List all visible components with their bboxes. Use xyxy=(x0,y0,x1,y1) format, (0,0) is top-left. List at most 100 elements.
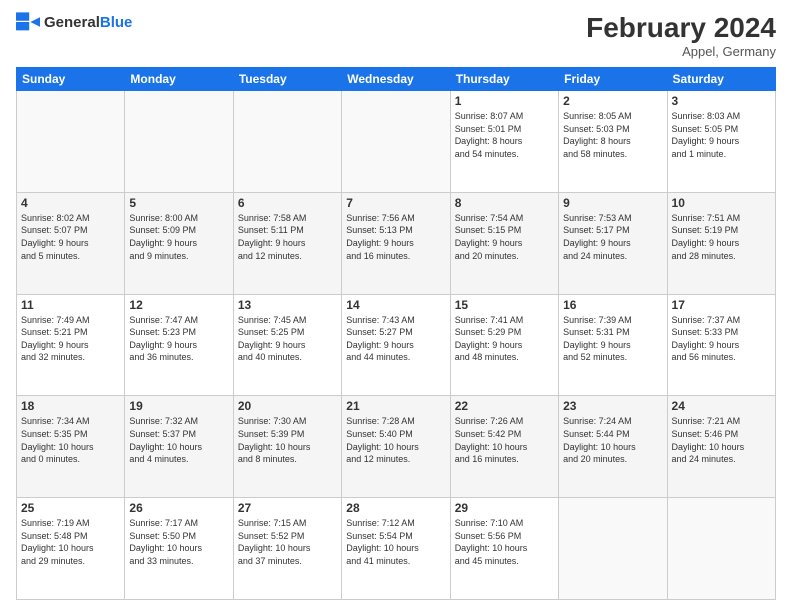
calendar-cell-w1-d3 xyxy=(342,91,450,193)
day-info: Sunrise: 7:41 AM Sunset: 5:29 PM Dayligh… xyxy=(455,314,554,364)
calendar-cell-w2-d4: 8 Sunrise: 7:54 AM Sunset: 5:15 PM Daylig… xyxy=(450,192,558,294)
day-number: 28 xyxy=(346,501,445,515)
calendar-cell-w4-d4: 22Sunrise: 7:26 AM Sunset: 5:42 PM Dayli… xyxy=(450,396,558,498)
header-sunday: Sunday xyxy=(17,68,125,91)
day-number: 20 xyxy=(238,399,337,413)
day-number: 2 xyxy=(563,94,662,108)
calendar-cell-w1-d2 xyxy=(233,91,341,193)
calendar-cell-w4-d2: 20 Sunrise: 7:30 AM Sunset: 5:39 PM Dayli… xyxy=(233,396,341,498)
calendar-cell-w1-d5: 2 Sunrise: 8:05 AM Sunset: 5:03 PM Daylig… xyxy=(559,91,667,193)
day-info: Sunrise: 7:37 AM Sunset: 5:33 PM Dayligh… xyxy=(672,314,771,364)
day-number: 6 xyxy=(238,196,337,210)
day-number: 27 xyxy=(238,501,337,515)
logo: GeneralBlue xyxy=(16,12,132,32)
day-info: Sunrise: 7:19 AM Sunset: 5:48 PM Dayligh… xyxy=(21,517,120,567)
day-number: 9 xyxy=(563,196,662,210)
day-number: 26 xyxy=(129,501,228,515)
header-monday: Monday xyxy=(125,68,233,91)
day-number: 22 xyxy=(455,399,554,413)
calendar-cell-w3-d6: 17 Sunrise: 7:37 AM Sunset: 5:33 PM Dayli… xyxy=(667,294,775,396)
calendar-header-row: Sunday Monday Tuesday Wednesday Thursday… xyxy=(17,68,776,91)
day-number: 17 xyxy=(672,298,771,312)
day-info: Sunrise: 7:53 AM Sunset: 5:17 PM Dayligh… xyxy=(563,212,662,262)
calendar-cell-w5-d0: 25 Sunrise: 7:19 AM Sunset: 5:48 PM Dayli… xyxy=(17,498,125,600)
day-number: 13 xyxy=(238,298,337,312)
calendar-cell-w2-d5: 9 Sunrise: 7:53 AM Sunset: 5:17 PM Daylig… xyxy=(559,192,667,294)
day-info: Sunrise: 7:10 AM Sunset: 5:56 PM Dayligh… xyxy=(455,517,554,567)
day-info: Sunrise: 7:58 AM Sunset: 5:11 PM Dayligh… xyxy=(238,212,337,262)
day-info: Sunrise: 7:45 AM Sunset: 5:25 PM Dayligh… xyxy=(238,314,337,364)
day-number: 5 xyxy=(129,196,228,210)
calendar-week-1: 1Sunrise: 8:07 AM Sunset: 5:01 PM Daylig… xyxy=(17,91,776,193)
day-number: 14 xyxy=(346,298,445,312)
calendar-cell-w5-d3: 28 Sunrise: 7:12 AM Sunset: 5:54 PM Dayli… xyxy=(342,498,450,600)
day-info: Sunrise: 7:30 AM Sunset: 5:39 PM Dayligh… xyxy=(238,415,337,465)
day-info: Sunrise: 7:34 AM Sunset: 5:35 PM Dayligh… xyxy=(21,415,120,465)
page: GeneralBlue February 2024 Appel, Germany… xyxy=(0,0,792,612)
calendar-cell-w3-d2: 13 Sunrise: 7:45 AM Sunset: 5:25 PM Dayli… xyxy=(233,294,341,396)
header-thursday: Thursday xyxy=(450,68,558,91)
header-tuesday: Tuesday xyxy=(233,68,341,91)
day-info: Sunrise: 7:12 AM Sunset: 5:54 PM Dayligh… xyxy=(346,517,445,567)
calendar-cell-w2-d3: 7 Sunrise: 7:56 AM Sunset: 5:13 PM Daylig… xyxy=(342,192,450,294)
day-info: Sunrise: 8:07 AM Sunset: 5:01 PM Dayligh… xyxy=(455,110,554,160)
day-number: 16 xyxy=(563,298,662,312)
calendar-cell-w5-d2: 27 Sunrise: 7:15 AM Sunset: 5:52 PM Dayli… xyxy=(233,498,341,600)
month-title: February 2024 xyxy=(586,12,776,44)
day-info: Sunrise: 7:47 AM Sunset: 5:23 PM Dayligh… xyxy=(129,314,228,364)
header-saturday: Saturday xyxy=(667,68,775,91)
day-info: Sunrise: 7:39 AM Sunset: 5:31 PM Dayligh… xyxy=(563,314,662,364)
calendar-cell-w3-d1: 12 Sunrise: 7:47 AM Sunset: 5:23 PM Dayli… xyxy=(125,294,233,396)
logo-text: GeneralBlue xyxy=(44,14,132,31)
day-number: 10 xyxy=(672,196,771,210)
header-wednesday: Wednesday xyxy=(342,68,450,91)
day-info: Sunrise: 7:43 AM Sunset: 5:27 PM Dayligh… xyxy=(346,314,445,364)
calendar-cell-w3-d0: 11 Sunrise: 7:49 AM Sunset: 5:21 PM Dayli… xyxy=(17,294,125,396)
calendar-week-2: 4Sunrise: 8:02 AM Sunset: 5:07 PM Daylig… xyxy=(17,192,776,294)
day-info: Sunrise: 7:56 AM Sunset: 5:13 PM Dayligh… xyxy=(346,212,445,262)
calendar-cell-w2-d1: 5 Sunrise: 8:00 AM Sunset: 5:09 PM Daylig… xyxy=(125,192,233,294)
calendar-cell-w4-d3: 21 Sunrise: 7:28 AM Sunset: 5:40 PM Dayli… xyxy=(342,396,450,498)
calendar-cell-w3-d4: 15 Sunrise: 7:41 AM Sunset: 5:29 PM Dayli… xyxy=(450,294,558,396)
day-info: Sunrise: 7:28 AM Sunset: 5:40 PM Dayligh… xyxy=(346,415,445,465)
day-number: 8 xyxy=(455,196,554,210)
day-number: 25 xyxy=(21,501,120,515)
title-area: February 2024 Appel, Germany xyxy=(586,12,776,59)
calendar-cell-w3-d3: 14 Sunrise: 7:43 AM Sunset: 5:27 PM Dayli… xyxy=(342,294,450,396)
header: GeneralBlue February 2024 Appel, Germany xyxy=(16,12,776,59)
calendar-cell-w5-d6 xyxy=(667,498,775,600)
calendar-cell-w4-d6: 24 Sunrise: 7:21 AM Sunset: 5:46 PM Dayli… xyxy=(667,396,775,498)
day-info: Sunrise: 8:05 AM Sunset: 5:03 PM Dayligh… xyxy=(563,110,662,160)
calendar-week-5: 25 Sunrise: 7:19 AM Sunset: 5:48 PM Dayli… xyxy=(17,498,776,600)
calendar-cell-w1-d6: 3 Sunrise: 8:03 AM Sunset: 5:05 PM Daylig… xyxy=(667,91,775,193)
day-number: 7 xyxy=(346,196,445,210)
day-number: 23 xyxy=(563,399,662,413)
calendar-cell-w1-d0 xyxy=(17,91,125,193)
day-number: 29 xyxy=(455,501,554,515)
calendar-cell-w1-d1 xyxy=(125,91,233,193)
day-number: 12 xyxy=(129,298,228,312)
day-info: Sunrise: 7:24 AM Sunset: 5:44 PM Dayligh… xyxy=(563,415,662,465)
calendar-cell-w5-d4: 29 Sunrise: 7:10 AM Sunset: 5:56 PM Dayli… xyxy=(450,498,558,600)
calendar-cell-w4-d0: 18 Sunrise: 7:34 AM Sunset: 5:35 PM Dayli… xyxy=(17,396,125,498)
header-friday: Friday xyxy=(559,68,667,91)
calendar-table: Sunday Monday Tuesday Wednesday Thursday… xyxy=(16,67,776,600)
location: Appel, Germany xyxy=(586,44,776,59)
day-info: Sunrise: 7:15 AM Sunset: 5:52 PM Dayligh… xyxy=(238,517,337,567)
day-info: Sunrise: 7:21 AM Sunset: 5:46 PM Dayligh… xyxy=(672,415,771,465)
day-number: 15 xyxy=(455,298,554,312)
day-number: 3 xyxy=(672,94,771,108)
calendar-cell-w2-d6: 10Sunrise: 7:51 AM Sunset: 5:19 PM Dayli… xyxy=(667,192,775,294)
day-info: Sunrise: 8:00 AM Sunset: 5:09 PM Dayligh… xyxy=(129,212,228,262)
day-number: 11 xyxy=(21,298,120,312)
day-number: 24 xyxy=(672,399,771,413)
calendar-cell-w5-d1: 26Sunrise: 7:17 AM Sunset: 5:50 PM Dayli… xyxy=(125,498,233,600)
day-info: Sunrise: 8:03 AM Sunset: 5:05 PM Dayligh… xyxy=(672,110,771,160)
day-info: Sunrise: 7:54 AM Sunset: 5:15 PM Dayligh… xyxy=(455,212,554,262)
day-info: Sunrise: 7:49 AM Sunset: 5:21 PM Dayligh… xyxy=(21,314,120,364)
day-number: 18 xyxy=(21,399,120,413)
logo-icon xyxy=(16,12,40,32)
day-number: 21 xyxy=(346,399,445,413)
calendar-cell-w3-d5: 16 Sunrise: 7:39 AM Sunset: 5:31 PM Dayli… xyxy=(559,294,667,396)
calendar-cell-w1-d4: 1Sunrise: 8:07 AM Sunset: 5:01 PM Daylig… xyxy=(450,91,558,193)
